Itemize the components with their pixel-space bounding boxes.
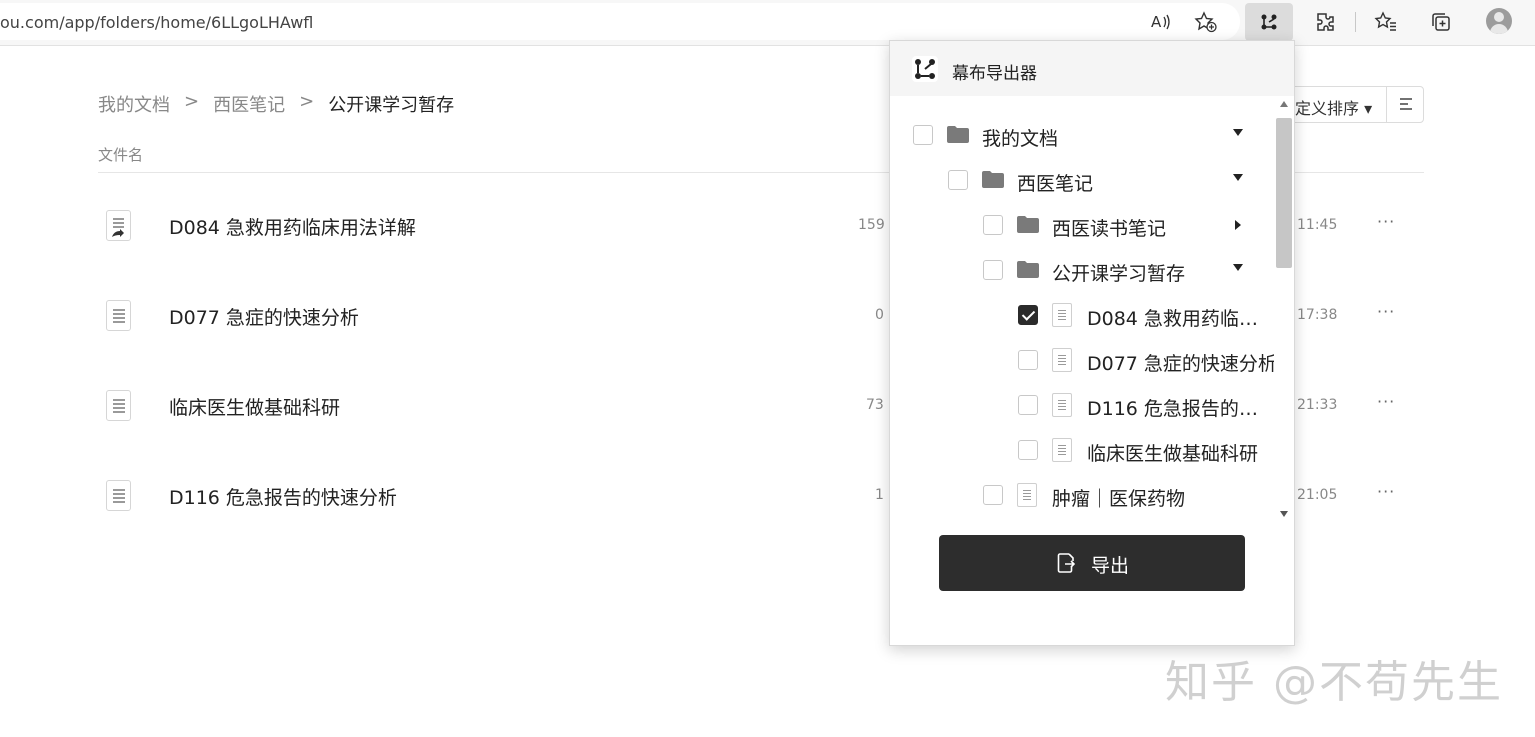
file-modified-time: 21:05 bbox=[1297, 487, 1338, 503]
expand-caret-icon[interactable] bbox=[1233, 264, 1243, 271]
tree-item-label[interactable]: 肿瘤｜医保药物 bbox=[1052, 484, 1252, 511]
collections-icon[interactable] bbox=[1427, 8, 1455, 36]
export-button[interactable]: 导出 bbox=[939, 535, 1245, 591]
list-view-icon[interactable] bbox=[1398, 96, 1414, 112]
tree-checkbox-checked[interactable] bbox=[1018, 305, 1038, 325]
tree-item-label[interactable]: D084 急救用药临床用法详解 bbox=[1087, 304, 1267, 331]
file-name[interactable]: D116 危急报告的快速分析 bbox=[169, 483, 397, 510]
more-options-button[interactable]: ··· bbox=[1377, 212, 1395, 231]
tree-item-folder[interactable]: 西医笔记 bbox=[890, 160, 1274, 200]
svg-text:A: A bbox=[1151, 13, 1162, 31]
tree-item-label[interactable]: 我的文档 bbox=[982, 124, 1222, 151]
address-bar[interactable]: ou.com/app/folders/home/6LLgoLHAwfl bbox=[0, 3, 1240, 40]
more-options-button[interactable]: ··· bbox=[1377, 482, 1395, 501]
file-name[interactable]: D084 急救用药临床用法详解 bbox=[169, 213, 416, 240]
expand-caret-icon[interactable] bbox=[1233, 174, 1243, 181]
tree-item-label[interactable]: D116 危急报告的快速分析 bbox=[1087, 394, 1267, 421]
expand-caret-icon[interactable] bbox=[1233, 129, 1243, 136]
export-icon bbox=[1057, 553, 1075, 573]
tree-item-label[interactable]: 公开课学习暂存 bbox=[1052, 259, 1222, 286]
popup-header: 幕布导出器 bbox=[890, 41, 1294, 96]
popup-title: 幕布导出器 bbox=[952, 64, 1037, 84]
doc-icon bbox=[106, 300, 131, 331]
tree-item-doc[interactable]: D077 急症的快速分析 bbox=[890, 340, 1274, 380]
tree-item-doc[interactable]: 肿瘤｜医保药物 bbox=[890, 475, 1274, 515]
tree-item-folder[interactable]: 公开课学习暂存 bbox=[890, 250, 1274, 290]
tree-checkbox[interactable] bbox=[948, 170, 968, 190]
doc-icon bbox=[1017, 483, 1037, 507]
breadcrumb-item-western-medicine[interactable]: 西医笔记 bbox=[213, 91, 285, 117]
sort-divider bbox=[1386, 87, 1387, 122]
scroll-thumb[interactable] bbox=[1276, 118, 1292, 268]
sort-dropdown[interactable]: 定义排序 ▾ bbox=[1295, 95, 1372, 119]
file-name[interactable]: 临床医生做基础科研 bbox=[169, 393, 340, 420]
tree-checkbox[interactable] bbox=[1018, 350, 1038, 370]
sort-control: 定义排序 ▾ bbox=[1280, 86, 1424, 123]
folder-icon bbox=[1017, 261, 1039, 278]
tree-checkbox[interactable] bbox=[1018, 440, 1038, 460]
exporter-popup: 幕布导出器 我的文档 西医笔记 西医读书笔记 公开课学习暂存 D084 急救用药… bbox=[889, 40, 1295, 646]
browser-toolbar: ou.com/app/folders/home/6LLgoLHAwfl A bbox=[0, 0, 1535, 46]
breadcrumb-separator: > bbox=[184, 91, 200, 112]
profile-avatar[interactable] bbox=[1486, 8, 1512, 34]
tree-item-label[interactable]: 西医读书笔记 bbox=[1052, 214, 1222, 241]
popup-scrollbar[interactable] bbox=[1274, 96, 1294, 523]
toolbar-separator bbox=[1355, 12, 1356, 32]
breadcrumb-item-my-docs[interactable]: 我的文档 bbox=[98, 91, 170, 117]
more-options-button[interactable]: ··· bbox=[1377, 392, 1395, 411]
tree-checkbox[interactable] bbox=[983, 260, 1003, 280]
doc-icon bbox=[1052, 303, 1072, 327]
add-favorite-icon[interactable] bbox=[1192, 8, 1220, 36]
tree-item-label[interactable]: 临床医生做基础科研 bbox=[1087, 439, 1274, 466]
tree-checkbox[interactable] bbox=[1018, 395, 1038, 415]
extensions-icon[interactable] bbox=[1311, 8, 1339, 36]
doc-icon bbox=[1052, 438, 1072, 462]
file-modified-time: 17:38 bbox=[1297, 307, 1338, 323]
breadcrumb-separator: > bbox=[299, 91, 315, 112]
file-modified-time: 21:33 bbox=[1297, 397, 1338, 413]
breadcrumb-current: 公开课学习暂存 bbox=[328, 95, 455, 116]
tree-item-doc[interactable]: D116 危急报告的快速分析 bbox=[890, 385, 1274, 425]
collapse-caret-icon[interactable] bbox=[1235, 220, 1241, 230]
mubu-logo-icon bbox=[912, 56, 938, 82]
column-header-filename[interactable]: 文件名 bbox=[98, 144, 143, 165]
tree-checkbox[interactable] bbox=[913, 125, 933, 145]
file-name[interactable]: D077 急症的快速分析 bbox=[169, 303, 359, 330]
folder-icon bbox=[947, 126, 969, 143]
file-modified-time: 11:45 bbox=[1297, 217, 1338, 233]
doc-icon bbox=[1052, 348, 1072, 372]
mubu-exporter-extension-icon[interactable] bbox=[1245, 3, 1293, 41]
doc-icon bbox=[1052, 393, 1072, 417]
more-options-button[interactable]: ··· bbox=[1377, 302, 1395, 321]
tree-checkbox[interactable] bbox=[983, 215, 1003, 235]
watermark: 知乎 @不苟先生 bbox=[1165, 657, 1503, 708]
scroll-up-arrow-icon[interactable] bbox=[1280, 101, 1288, 107]
url-text[interactable]: ou.com/app/folders/home/6LLgoLHAwfl bbox=[0, 13, 313, 32]
tree-item-doc[interactable]: 临床医生做基础科研 bbox=[890, 430, 1274, 470]
breadcrumb: 我的文档 > 西医笔记 > 公开课学习暂存 bbox=[98, 91, 454, 117]
tree-item-folder[interactable]: 我的文档 bbox=[890, 115, 1274, 155]
tree-item-label[interactable]: 西医笔记 bbox=[1017, 169, 1217, 196]
folder-icon bbox=[1017, 216, 1039, 233]
export-button-label: 导出 bbox=[1091, 555, 1130, 577]
tree-checkbox[interactable] bbox=[983, 485, 1003, 505]
tree-item-folder[interactable]: 西医读书笔记 bbox=[890, 205, 1274, 245]
scroll-down-arrow-icon[interactable] bbox=[1280, 511, 1288, 517]
folder-icon bbox=[982, 171, 1004, 188]
tree-item-doc[interactable]: D084 急救用药临床用法详解 bbox=[890, 295, 1274, 335]
doc-icon bbox=[106, 480, 131, 511]
read-aloud-icon[interactable]: A bbox=[1147, 8, 1175, 36]
doc-icon bbox=[106, 390, 131, 421]
tree-item-label[interactable]: D077 急症的快速分析 bbox=[1087, 349, 1274, 376]
favorites-icon[interactable] bbox=[1372, 8, 1400, 36]
doc-shared-icon bbox=[106, 210, 131, 241]
